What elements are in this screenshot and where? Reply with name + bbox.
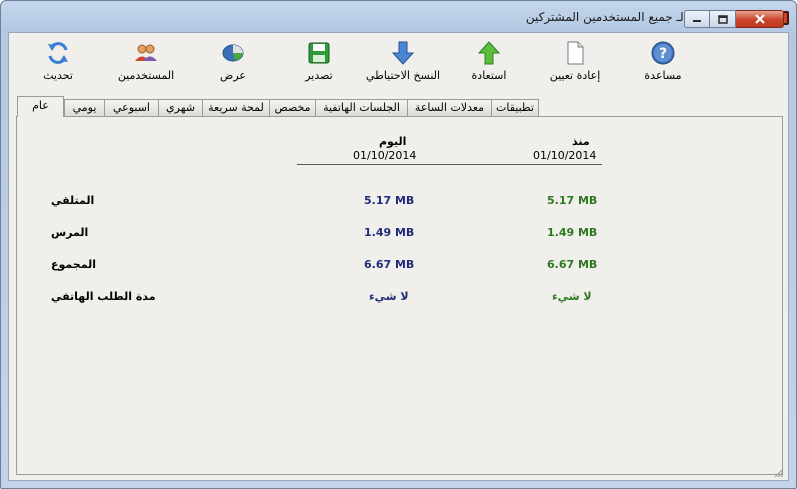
- export-label: تصدير: [305, 69, 333, 82]
- dial-today-value: لا شيء: [369, 290, 409, 303]
- refresh-button[interactable]: تحديث: [33, 41, 83, 82]
- header-divider: [297, 164, 602, 165]
- client-area: ? مساعدة إعادة تعيين استعادة النسخ الاحت…: [8, 32, 789, 481]
- total-today-value: 6.67 MB: [364, 258, 415, 271]
- status-bar: [9, 468, 788, 480]
- tab-daily[interactable]: يومي: [64, 99, 105, 116]
- tab-overview[interactable]: لمحة سريعة: [202, 99, 270, 116]
- today-header: اليوم: [379, 135, 407, 148]
- maximize-icon: [717, 14, 728, 24]
- sent-since-value: 1.49 MB: [547, 226, 598, 239]
- view-button[interactable]: عرض: [205, 41, 261, 82]
- help-button[interactable]: ? مساعدة: [635, 41, 691, 82]
- tab-monthly[interactable]: شهري: [158, 99, 203, 116]
- close-button[interactable]: [736, 10, 784, 28]
- row-label-dial-duration: مدة الطلب الهاتفي: [51, 290, 156, 303]
- tab-strip: تطبيقات معدلات الساعة الجلسات الهاتفية م…: [9, 96, 788, 117]
- row-label-sent: المرس: [51, 226, 89, 239]
- today-date: 01/10/2014: [353, 149, 417, 162]
- since-header: منذ: [572, 135, 590, 148]
- help-label: مساعدة: [644, 69, 682, 82]
- backup-button[interactable]: النسخ الاحتياطي: [359, 41, 447, 82]
- report-window: تقرير الإستخدام لـ جميع المستخدمين المشت…: [0, 0, 797, 489]
- down-arrow-icon: [391, 41, 415, 65]
- save-icon: [308, 42, 330, 64]
- tab-phone-sessions[interactable]: الجلسات الهاتفية: [315, 99, 408, 116]
- window-controls: [684, 10, 784, 28]
- tab-apps[interactable]: تطبيقات: [491, 99, 539, 116]
- general-panel: منذ 01/10/2014 اليوم 01/10/2014 المتلقي …: [16, 116, 783, 475]
- tab-hourly-rates[interactable]: معدلات الساعة: [407, 99, 492, 116]
- toolbar: ? مساعدة إعادة تعيين استعادة النسخ الاحت…: [9, 33, 788, 95]
- minimize-button[interactable]: [684, 10, 710, 28]
- restore-label: استعادة: [471, 69, 507, 82]
- refresh-label: تحديث: [43, 69, 73, 82]
- users-label: المستخدمين: [117, 69, 175, 82]
- title-bar[interactable]: تقرير الإستخدام لـ جميع المستخدمين المشت…: [1, 1, 796, 33]
- reset-label: إعادة تعيين: [549, 69, 601, 82]
- tab-general[interactable]: عام: [17, 96, 64, 117]
- tab-weekly[interactable]: اسبوعي: [104, 99, 159, 116]
- reset-button[interactable]: إعادة تعيين: [541, 41, 609, 82]
- users-icon: [135, 44, 157, 61]
- close-icon: [754, 14, 765, 24]
- total-since-value: 6.67 MB: [547, 258, 598, 271]
- users-button[interactable]: المستخدمين: [109, 41, 183, 82]
- document-icon: [567, 41, 584, 65]
- refresh-icon: [48, 42, 68, 64]
- received-since-value: 5.17 MB: [547, 194, 598, 207]
- maximize-button[interactable]: [710, 10, 736, 28]
- tab-custom[interactable]: مخصص: [269, 99, 316, 116]
- view-label: عرض: [220, 69, 246, 82]
- backup-label: النسخ الاحتياطي: [365, 69, 441, 82]
- received-today-value: 5.17 MB: [364, 194, 415, 207]
- help-icon: ?: [651, 41, 675, 65]
- dial-since-value: لا شيء: [552, 290, 592, 303]
- svg-text:?: ?: [659, 46, 667, 62]
- minimize-icon: [693, 20, 701, 22]
- row-label-total: المجموع: [51, 258, 96, 271]
- export-button[interactable]: تصدير: [291, 41, 347, 82]
- restore-button[interactable]: استعادة: [461, 41, 517, 82]
- sent-today-value: 1.49 MB: [364, 226, 415, 239]
- since-date: 01/10/2014: [533, 149, 597, 162]
- pie-chart-icon: [222, 44, 244, 62]
- resize-grip-icon[interactable]: [774, 468, 784, 478]
- up-arrow-icon: [477, 41, 501, 65]
- row-label-received: المتلقي: [51, 194, 95, 207]
